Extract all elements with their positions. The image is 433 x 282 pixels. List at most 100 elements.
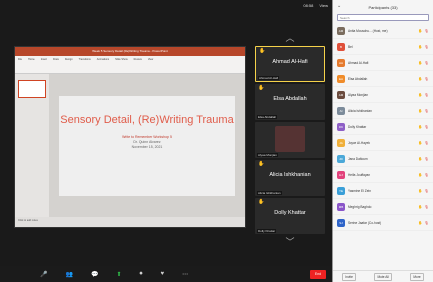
ribbon-tab[interactable]: Review: [134, 58, 142, 71]
mute-all-button[interactable]: Mute All: [374, 272, 392, 281]
ribbon-tab[interactable]: Insert: [41, 58, 47, 71]
ribbon-tab[interactable]: Animations: [97, 58, 109, 71]
ribbon-tab[interactable]: File: [18, 58, 22, 71]
participant-row[interactable]: EA Elsa Abdallah ✋ 🎙: [333, 71, 433, 87]
invite-button[interactable]: Invite: [342, 272, 356, 281]
meeting-toolbar: 🎤 👥 💬 ⬆ ⏺ ♥ ⋯: [0, 266, 332, 282]
participant-row[interactable]: DK Dolly Khattar ✋ 🎙: [333, 119, 433, 135]
more-button[interactable]: More: [410, 272, 424, 281]
participant-status: ✋ 🎙: [418, 45, 429, 49]
raised-hand-icon: ✋: [259, 48, 266, 54]
participants-icon[interactable]: 👥: [65, 271, 72, 278]
avatar: HJ: [337, 170, 345, 179]
participant-row[interactable]: AI Alicia Ishkhanian ✋ 🎙: [333, 103, 433, 119]
slide-thumbnail-pane: [15, 74, 49, 217]
muted-mic-icon: 🎙: [424, 108, 429, 113]
avatar: AM: [337, 90, 345, 99]
avatar: JD: [337, 154, 345, 163]
collapse-icon[interactable]: ⌄: [337, 3, 341, 9]
ppt-body: Sensory Detail, (Re)Writing Trauma Write…: [15, 74, 245, 217]
avatar: B: [337, 42, 345, 51]
ribbon-tab[interactable]: View: [148, 58, 153, 71]
participant-name: Joyce Al-Hayek: [348, 140, 370, 145]
slide-area: Sensory Detail, (Re)Writing Trauma Write…: [49, 74, 245, 217]
participant-status: ✋ 🎙: [418, 173, 429, 177]
raised-hand-icon: ✋: [258, 199, 265, 205]
more-icon[interactable]: ⋯: [182, 271, 188, 278]
ppt-titlebar: Week 5 Sensory Detail (Re)Writing Trauma…: [15, 47, 245, 56]
video-tile[interactable]: ✋ Elsa Abdallah Elsa Abdallah: [255, 84, 325, 120]
muted-mic-icon: 🎙: [424, 188, 429, 193]
ribbon-tab[interactable]: Home: [28, 58, 35, 71]
participant-name: Alyaa Monjian: [348, 92, 369, 97]
raised-hand-icon: ✋: [418, 108, 423, 113]
participant-name: Dolly Khattar: [348, 124, 367, 129]
participant-row[interactable]: HJ Heifa Jouffayan ✋ 🎙: [333, 167, 433, 183]
slide-sub-line: November 15, 2021: [131, 144, 163, 149]
raised-hand-icon: ✋: [418, 172, 423, 177]
participant-row[interactable]: AM Alyaa Monjian ✋ 🎙: [333, 87, 433, 103]
participant-video: [275, 126, 305, 152]
participant-name: Jana Daltoum: [348, 156, 368, 161]
mute-icon[interactable]: 🎤: [40, 271, 47, 278]
slide[interactable]: Sensory Detail, (Re)Writing Trauma Write…: [59, 95, 235, 196]
participant-row[interactable]: AM Anita Mouschu... (Host, me) ✋ 🎙: [333, 23, 433, 39]
panel-footer: Invite Mute All More: [333, 270, 433, 282]
muted-mic-icon: 🎙: [424, 28, 429, 33]
notes-bar[interactable]: Click to add notes: [15, 217, 245, 227]
video-tile[interactable]: ✋ Dolly Khattar Dolly Khattar: [255, 198, 325, 234]
participant-status: ✋ 🎙: [418, 77, 429, 81]
tile-name: Dolly Khattar: [274, 210, 306, 216]
participant-list: AM Anita Mouschu... (Host, me) ✋ 🎙 B Bel ✋ 🎙 AA A…: [333, 23, 433, 231]
participant-status: ✋ 🎙: [418, 93, 429, 97]
participant-row[interactable]: JA Joyce Al-Hayek ✋ 🎙: [333, 135, 433, 151]
muted-mic-icon: 🎙: [424, 204, 429, 209]
participant-status: ✋ 🎙: [418, 61, 429, 65]
participant-status: ✋ 🎙: [418, 29, 429, 33]
tile-label: Alicia Ishkhanian: [257, 191, 282, 195]
slide-thumbnail[interactable]: [18, 80, 46, 98]
video-strip: ︿ ✋ Ahmad Al-Hafi Ahmad Al-Hafi ✋ Elsa A…: [254, 32, 326, 272]
participant-name: Alicia Ishkhanian: [348, 108, 372, 113]
raised-hand-icon: ✋: [418, 188, 423, 193]
tile-label: Ahmad Al-Hafi: [258, 76, 280, 80]
participant-name: Yasmine El Zein: [348, 188, 371, 193]
raised-hand-icon: ✋: [418, 140, 423, 145]
shared-screen: Week 5 Sensory Detail (Re)Writing Trauma…: [14, 46, 246, 228]
ribbon-tab[interactable]: Draw: [53, 58, 59, 71]
slide-title: Sensory Detail, (Re)Writing Trauma: [60, 113, 234, 126]
ribbon-tab[interactable]: Design: [65, 58, 73, 71]
muted-mic-icon: 🎙: [424, 156, 429, 161]
scroll-up-icon[interactable]: ︿: [254, 32, 326, 44]
tile-label: Alyaa Monjian: [257, 153, 278, 157]
muted-mic-icon: 🎙: [424, 172, 429, 177]
participant-row[interactable]: YE Yasmine El Zein ✋ 🎙: [333, 183, 433, 199]
muted-mic-icon: 🎙: [424, 124, 429, 129]
raised-hand-icon: ✋: [418, 220, 423, 225]
participant-row[interactable]: SJ Serine Jaafar (Co-host) ✋ 🎙: [333, 215, 433, 231]
video-tile[interactable]: ✋ Alicia Ishkhanian Alicia Ishkhanian: [255, 160, 325, 196]
ribbon-tab[interactable]: Slide Show: [115, 58, 128, 71]
chat-icon[interactable]: 💬: [91, 271, 98, 278]
view-button[interactable]: View: [319, 3, 328, 8]
raised-hand-icon: ✋: [418, 28, 423, 33]
participant-status: ✋ 🎙: [418, 205, 429, 209]
end-button[interactable]: End: [310, 270, 326, 279]
participant-row[interactable]: B Bel ✋ 🎙: [333, 39, 433, 55]
search-input[interactable]: Search: [337, 14, 429, 21]
ribbon-tab[interactable]: Transitions: [79, 58, 91, 71]
share-screen-icon[interactable]: ⬆: [116, 271, 121, 278]
avatar: MB: [337, 202, 345, 211]
tile-label: Elsa Abdallah: [257, 115, 278, 119]
participants-panel: ⌄ Participants (33) Search AM Anita Mousc…: [332, 0, 433, 282]
video-tile[interactable]: ✋ Ahmad Al-Hafi Ahmad Al-Hafi: [255, 46, 325, 82]
reactions-icon[interactable]: ♥: [161, 271, 165, 277]
scroll-down-icon[interactable]: ﹀: [254, 236, 326, 248]
record-icon[interactable]: ⏺: [139, 271, 142, 278]
zoom-meeting-window: 08:58 View Week 5 Sensory Detail (Re)Wri…: [0, 0, 332, 282]
video-tile[interactable]: Alyaa Monjian: [255, 122, 325, 158]
participant-row[interactable]: MB Meghrig Baghdo ✋ 🎙: [333, 199, 433, 215]
participant-row[interactable]: AA Ahmad Al-Hafi ✋ 🎙: [333, 55, 433, 71]
participant-name: Elsa Abdallah: [348, 76, 368, 81]
participant-row[interactable]: JD Jana Daltoum ✋ 🎙: [333, 151, 433, 167]
